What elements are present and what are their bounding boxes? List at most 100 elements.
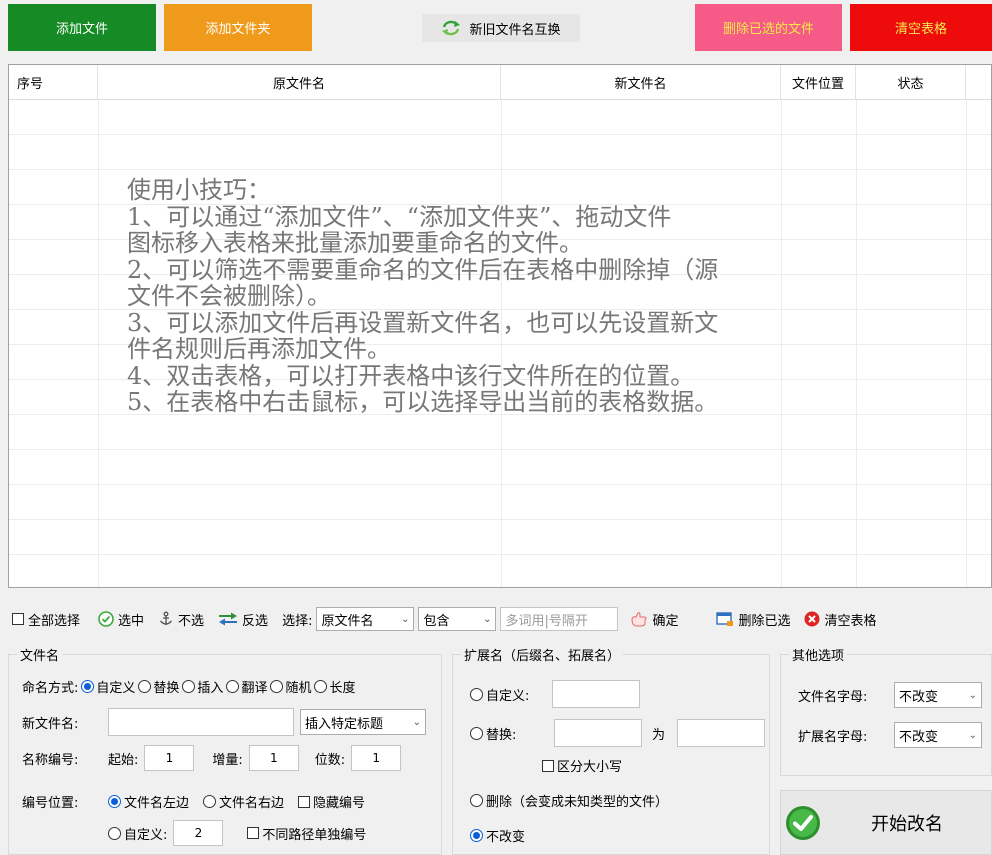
mode-random-radio[interactable] (270, 680, 284, 693)
case-sensitive-checkbox[interactable] (542, 759, 554, 772)
add-file-button[interactable]: 添加文件 (8, 4, 156, 51)
check-circle-icon (786, 805, 820, 840)
start-rename-button[interactable]: 开始改名 (780, 790, 992, 855)
tip-line: 1、可以通过“添加文件”、“添加文件夹”、拖动文件 (127, 202, 672, 231)
clear-table-button[interactable]: 清空表格 (804, 610, 877, 629)
ext-case-dropdown[interactable]: 不改变 ⌄ (894, 722, 982, 748)
check-circle-icon (98, 611, 114, 627)
separate-number-checkbox[interactable] (247, 827, 260, 839)
case-sensitive-row: 区分大小写 (542, 756, 622, 775)
column-header-original-name[interactable]: 原文件名 (98, 65, 501, 99)
chevron-down-icon: ⌄ (483, 613, 492, 625)
ext-custom-label: 自定义: (486, 688, 530, 704)
ext-replace-radio[interactable] (470, 726, 483, 740)
swap-names-label: 新旧文件名互换 (469, 22, 561, 38)
ext-nochange-row: 不改变 (470, 826, 525, 845)
column-header-status[interactable]: 状态 (856, 65, 966, 99)
tip-line: 4、双击表格，可以打开表格中该行文件所在的位置。 (127, 361, 695, 390)
close-circle-icon (804, 611, 820, 627)
tip-line: 图标移入表格来批量添加要重命名的文件。 (127, 229, 583, 257)
filename-case-dropdown[interactable]: 不改变 ⌄ (894, 682, 982, 708)
file-table[interactable]: 序号 原文件名 新文件名 文件位置 状态 使用小技巧： 1、可以通过“添加文件”… (8, 64, 992, 588)
delete-selected-files-button[interactable]: 删除已选的文件 (695, 4, 842, 51)
selection-toolbar: 全部选择 选中 不选 反选 选择: 原文件名 ⌄ 包含 ⌄ 多词用|号隔开 确定… (8, 600, 992, 638)
invert-arrows-icon (219, 612, 238, 626)
number-label: 名称编号: (22, 752, 79, 768)
check-button[interactable]: 选中 (98, 610, 144, 629)
chevron-down-icon: ⌄ (412, 716, 421, 728)
start-rename-label: 开始改名 (871, 813, 943, 835)
filename-group-title: 文件名 (17, 645, 63, 664)
select-field-dropdown[interactable]: 原文件名 ⌄ (316, 607, 415, 631)
case-sensitive-label: 区分大小写 (557, 760, 623, 775)
mode-random-label: 随机 (285, 681, 312, 696)
pos-left-label: 文件名左边 (124, 796, 190, 811)
start-label: 起始: (108, 752, 139, 768)
pos-left-radio[interactable] (108, 795, 121, 808)
other-options-group: 其他选项 (780, 645, 992, 776)
delete-checked-label: 删除已选 (738, 613, 791, 629)
new-name-label: 新文件名: (22, 716, 79, 732)
filename-case-label: 文件名字母: (798, 689, 868, 705)
filename-case-value: 不改变 (899, 689, 939, 705)
add-folder-button[interactable]: 添加文件夹 (164, 4, 312, 51)
column-header-index[interactable]: 序号 (9, 65, 98, 99)
pos-custom-label: 自定义: (124, 827, 168, 843)
position-label: 编号位置: (22, 796, 79, 811)
select-mode-dropdown[interactable]: 包含 ⌄ (418, 607, 497, 631)
mode-translate-radio[interactable] (226, 680, 240, 693)
select-label: 选择: (282, 613, 313, 629)
ext-delete-row: 删除（会变成未知类型的文件） (470, 791, 668, 810)
clear-table-label: 清空表格 (824, 613, 877, 629)
column-header-new-name[interactable]: 新文件名 (501, 65, 781, 99)
pointer-hand-icon (631, 612, 647, 627)
mode-length-label: 长度 (329, 681, 356, 696)
new-name-input[interactable] (108, 708, 294, 736)
ext-custom-radio[interactable] (470, 687, 483, 701)
pos-right-label: 文件名右边 (219, 796, 285, 811)
ext-replace-to-input[interactable] (677, 719, 766, 747)
insert-title-dropdown[interactable]: 插入特定标题 ⌄ (300, 709, 426, 735)
hide-number-checkbox[interactable] (298, 795, 311, 808)
mode-replace-radio[interactable] (138, 680, 152, 693)
pos-custom-radio[interactable] (108, 826, 121, 840)
position-row: 编号位置: 文件名左边 文件名右边 隐藏编号 (22, 792, 365, 811)
ext-delete-radio[interactable] (470, 794, 483, 807)
swap-names-button[interactable]: 新旧文件名互换 (422, 14, 580, 42)
mode-custom-label: 自定义 (96, 681, 136, 696)
mode-custom-radio[interactable] (81, 680, 95, 693)
chevron-down-icon: ⌄ (968, 689, 977, 701)
column-header-location[interactable]: 文件位置 (781, 65, 856, 99)
invert-button[interactable]: 反选 (218, 610, 268, 629)
check-label: 选中 (118, 613, 145, 629)
digits-input[interactable]: 1 (351, 745, 402, 771)
checkbox-box[interactable] (12, 613, 24, 625)
tip-line: 3、可以添加文件后再设置新文件名，也可以先设置新文 (127, 308, 719, 337)
pos-right-radio[interactable] (203, 795, 217, 808)
step-input[interactable]: 1 (248, 745, 299, 771)
uncheck-button[interactable]: 不选 (158, 610, 204, 629)
delete-checked-button[interactable]: 删除已选 (716, 610, 790, 629)
mode-length-radio[interactable] (314, 680, 328, 693)
keyword-input[interactable]: 多词用|号隔开 (500, 607, 619, 631)
digits-label: 位数: (314, 752, 346, 768)
ext-case-label: 扩展名字母: (798, 729, 868, 745)
pos-custom-input[interactable]: 2 (173, 820, 224, 846)
confirm-label: 确定 (652, 613, 679, 629)
ext-case-value: 不改变 (899, 729, 939, 745)
confirm-button[interactable]: 确定 (630, 610, 678, 629)
mode-insert-radio[interactable] (182, 680, 196, 693)
ext-replace-from-input[interactable] (554, 719, 642, 747)
select-all-checkbox[interactable]: 全部选择 (12, 610, 80, 629)
mode-replace-label: 替换 (153, 681, 180, 696)
clear-table-top-button[interactable]: 清空表格 (850, 4, 992, 51)
table-header: 序号 原文件名 新文件名 文件位置 状态 (9, 65, 991, 99)
uncheck-label: 不选 (178, 613, 205, 629)
ext-replace-row: 替换: 为 (470, 719, 766, 747)
ext-replace-to-label: 为 (652, 727, 666, 743)
ext-nochange-radio[interactable] (470, 829, 483, 842)
ext-custom-input[interactable] (552, 680, 640, 708)
start-input[interactable]: 1 (144, 745, 195, 771)
tip-line: 使用小技巧： (127, 176, 271, 204)
tip-line: 5、在表格中右击鼠标，可以选择导出当前的表格数据。 (127, 388, 719, 416)
